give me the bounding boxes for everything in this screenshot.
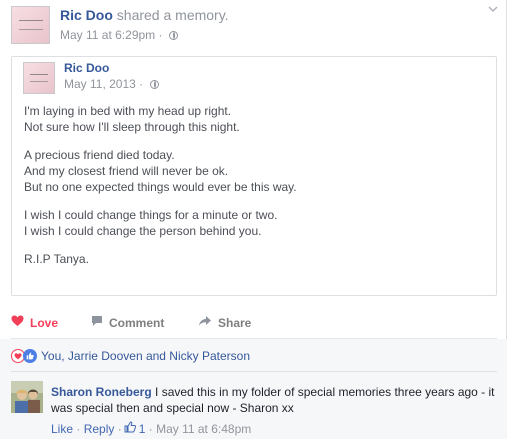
stanza: I'm laying in bed with my head up right.…	[24, 103, 297, 135]
memory-author-name[interactable]: Ric Doo	[64, 61, 109, 75]
stanza: I wish I could change things for a minut…	[24, 207, 297, 239]
comment-label: Comment	[109, 315, 165, 330]
globe-icon[interactable]	[149, 80, 159, 89]
comment-icon	[91, 315, 103, 330]
memory-meta: May 11, 2013 ·	[64, 77, 159, 91]
poem-line: I'm laying in bed with my head up right.	[24, 104, 232, 118]
reactions-summary[interactable]: You, Jarrie Dooven and Nicky Paterson	[11, 349, 250, 363]
stanza: A precious friend died today. And my clo…	[24, 147, 297, 195]
comment-button[interactable]: Comment	[91, 315, 164, 330]
globe-icon[interactable]	[168, 31, 178, 40]
poem-line: R.I.P Tanya.	[24, 252, 89, 266]
poem-line: Not sure how I'll sleep through this nig…	[24, 120, 240, 134]
comment-meta: Like · Reply · 1 · May 11 at 6:48pm	[51, 421, 252, 436]
comment-like-link[interactable]: Like	[51, 422, 73, 436]
memory-post: Ric Doo shared a memory. May 11 at 6:29p…	[0, 0, 507, 439]
shared-memory-card[interactable]: Ric Doo May 11, 2013 · I'm laying in bed…	[11, 56, 497, 296]
author-name[interactable]: Ric Doo	[60, 7, 113, 23]
author-avatar[interactable]	[11, 6, 50, 44]
stanza: R.I.P Tanya.	[24, 251, 297, 267]
post-header: Ric Doo shared a memory.	[60, 7, 229, 23]
memory-timestamp[interactable]: May 11, 2013	[64, 77, 136, 91]
like-reaction-icon	[23, 349, 37, 363]
poem-line: A precious friend died today.	[24, 148, 175, 162]
post-timestamp[interactable]: May 11 at 6:29pm	[60, 28, 155, 42]
thumbs-up-icon[interactable]	[124, 421, 136, 436]
love-button[interactable]: Love	[11, 315, 58, 330]
heart-icon	[11, 315, 24, 330]
love-label: Love	[30, 315, 59, 330]
poem-line: I wish I could change the person behind …	[24, 224, 262, 238]
commenter-name[interactable]: Sharon Roneberg	[51, 385, 152, 399]
share-button[interactable]: Share	[198, 315, 251, 330]
comment-reply-link[interactable]: Reply	[84, 422, 115, 436]
post-action-text: shared a memory.	[116, 7, 229, 23]
memory-text: I'm laying in bed with my head up right.…	[24, 103, 297, 279]
poem-line: And my closest friend will never be ok.	[24, 164, 229, 178]
poem-line: I wish I could change things for a minut…	[24, 208, 278, 222]
memory-author-avatar[interactable]	[23, 62, 55, 94]
reactions-names[interactable]: You, Jarrie Dooven and Nicky Paterson	[41, 349, 250, 363]
divider	[11, 371, 497, 372]
action-bar: Love Comment Share	[0, 307, 507, 337]
comment-body: Sharon Roneberg I saved this in my folde…	[51, 384, 496, 416]
commenter-avatar[interactable]	[11, 381, 43, 413]
share-icon	[198, 315, 212, 330]
comment-timestamp[interactable]: May 11 at 6:48pm	[156, 422, 251, 436]
poem-line: But no one expected things would ever be…	[24, 180, 297, 194]
feedback-section: You, Jarrie Dooven and Nicky Paterson Sh…	[0, 339, 507, 439]
post-meta: May 11 at 6:29pm ·	[60, 28, 178, 42]
comment-like-count[interactable]: 1	[139, 422, 146, 436]
share-label: Share	[218, 315, 252, 330]
chevron-down-icon[interactable]	[487, 3, 499, 15]
